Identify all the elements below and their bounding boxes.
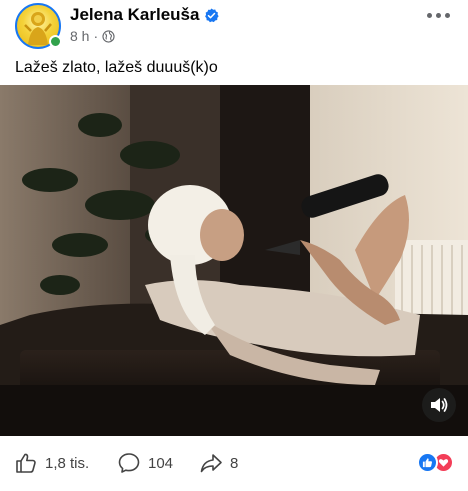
comment-bubble-icon <box>118 453 140 473</box>
more-dot <box>445 12 450 18</box>
comment-count: 104 <box>148 454 174 472</box>
author-row: Jelena Karleuša <box>70 5 220 25</box>
share-count: 8 <box>230 454 239 472</box>
post-time[interactable]: 8 h <box>70 28 89 44</box>
post-caption: Lažeš zlato, lažeš duuuš(k)o <box>15 59 218 76</box>
comment-button[interactable]: 104 <box>117 451 173 475</box>
more-options-icon[interactable] <box>427 9 453 21</box>
verified-badge-icon <box>205 7 220 22</box>
share-button[interactable]: 8 <box>199 451 238 475</box>
mute-toggle[interactable] <box>422 388 456 422</box>
author-avatar[interactable] <box>15 3 62 49</box>
like-reaction-icon <box>417 452 438 473</box>
video-player[interactable] <box>0 85 468 436</box>
thumbs-up-icon <box>16 453 36 473</box>
more-dot <box>427 12 432 18</box>
globe-icon <box>102 29 115 43</box>
author-name[interactable]: Jelena Karleuša <box>70 5 199 25</box>
speaker-icon <box>431 398 448 412</box>
meta-separator: · <box>93 28 99 44</box>
reaction-summary[interactable] <box>417 452 454 473</box>
video-frame <box>0 85 468 436</box>
post-actions: 1,8 tis. 104 8 <box>0 443 468 483</box>
more-dot <box>436 12 441 18</box>
like-count: 1,8 tis. <box>45 454 90 472</box>
post-header: Jelena Karleuša 8 h · <box>0 0 468 52</box>
post-meta: 8 h · <box>70 28 115 44</box>
online-status-dot <box>49 35 62 48</box>
share-arrow-icon <box>200 454 222 473</box>
like-button[interactable]: 1,8 tis. <box>14 451 89 475</box>
